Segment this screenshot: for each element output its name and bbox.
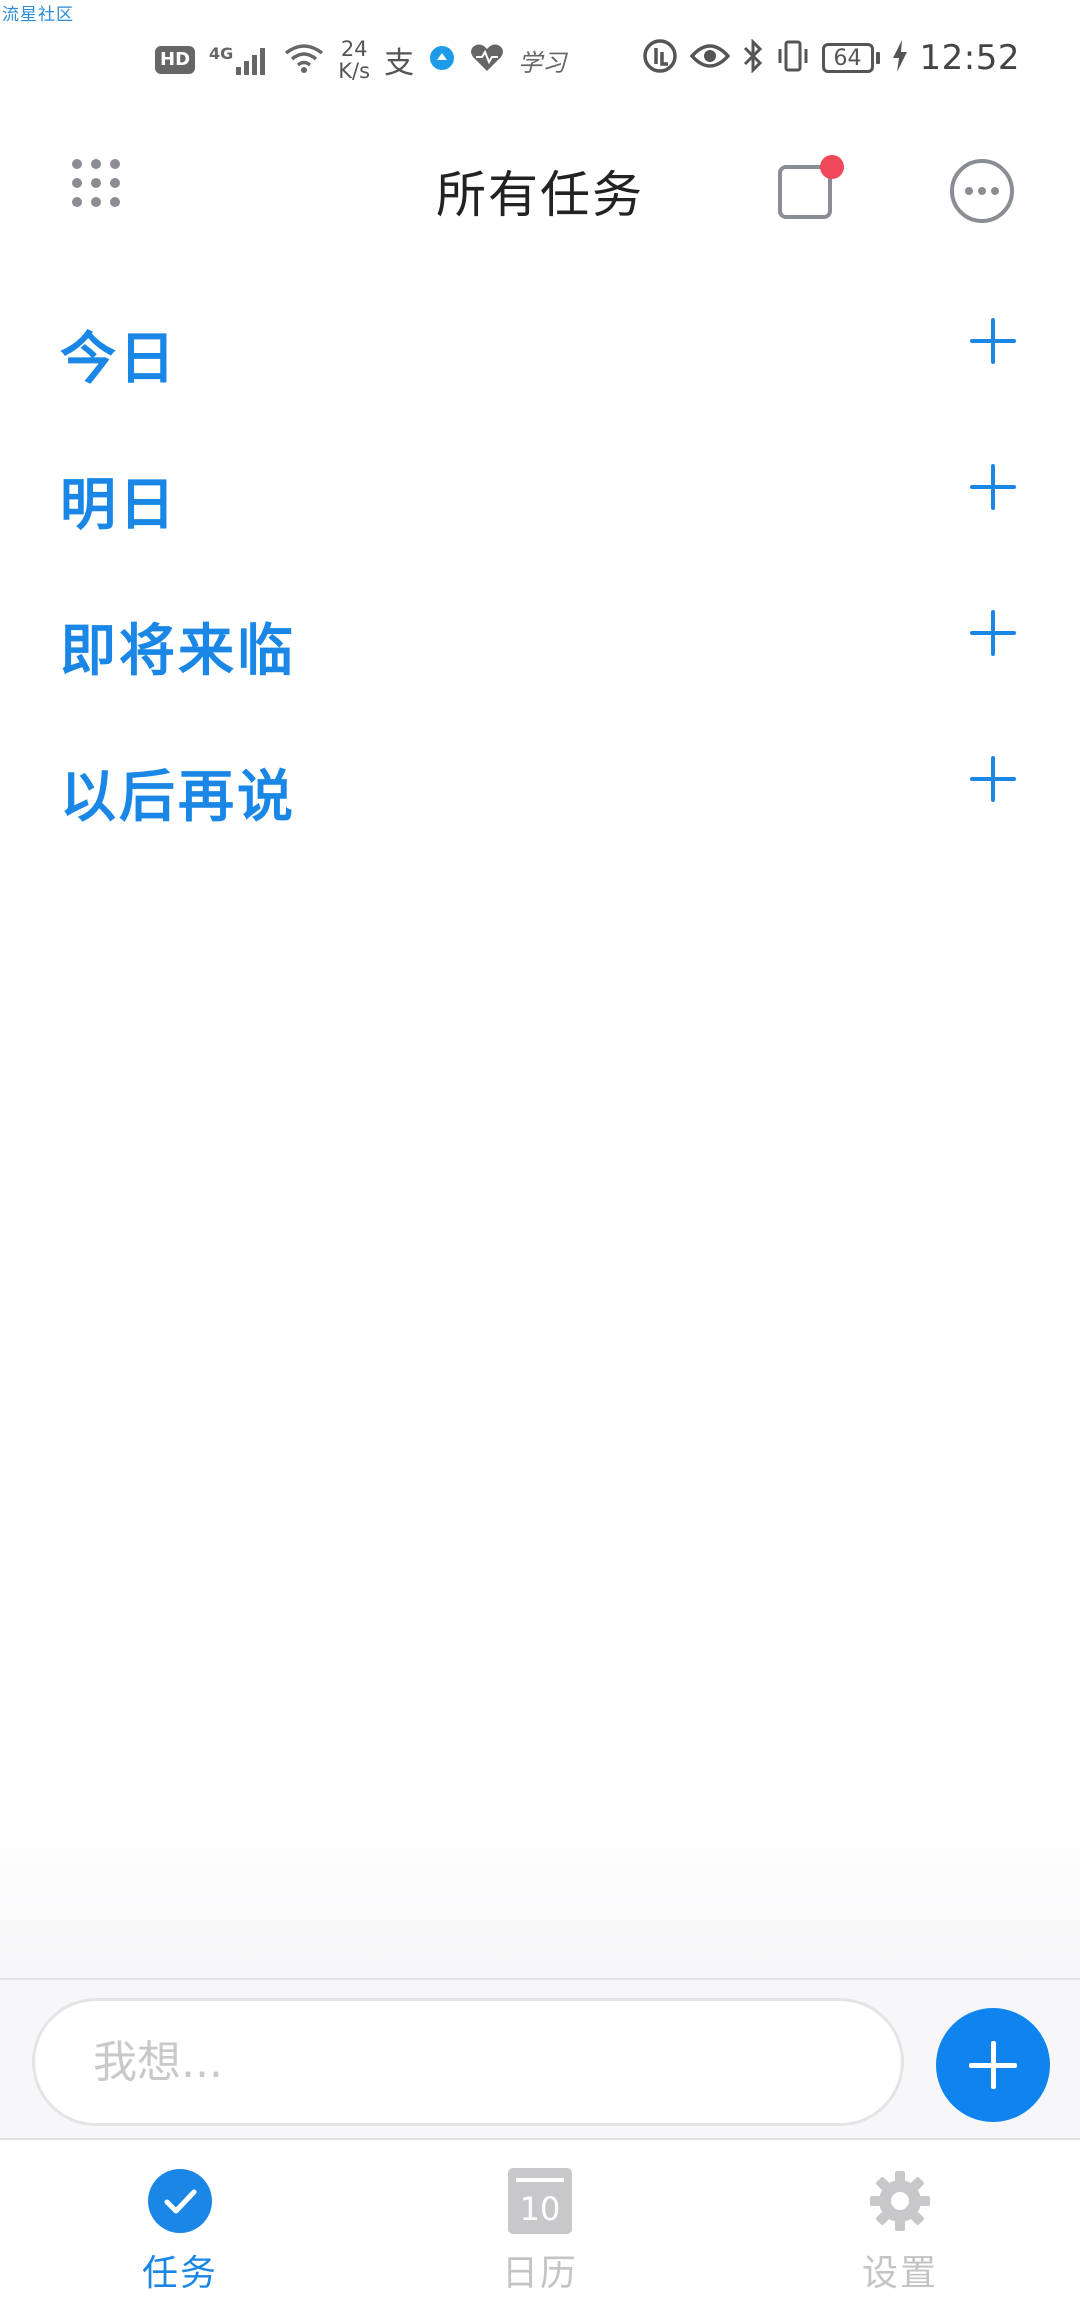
section-upcoming[interactable]: 即将来临 <box>0 582 1080 728</box>
clock: 12:52 <box>919 38 1020 78</box>
nav-label: 设置 <box>861 2253 938 2294</box>
nav-settings[interactable]: 设置 <box>800 2168 1000 2296</box>
bottom-nav: 任务 10 日历 设置 <box>0 2140 1080 2310</box>
check-circle-icon <box>148 2169 212 2233</box>
section-tomorrow[interactable]: 明日 <box>0 436 1080 582</box>
header: 所有任务 <box>0 125 1080 255</box>
content-fade <box>0 1820 1080 1980</box>
nav-calendar[interactable]: 10 日历 <box>440 2168 640 2296</box>
signal-icon: 4G <box>209 45 270 75</box>
nav-tasks[interactable]: 任务 <box>80 2168 280 2296</box>
add-task-button[interactable] <box>936 2008 1050 2122</box>
bluetooth-icon <box>742 38 764 77</box>
section-label[interactable]: 以后再说 <box>60 752 296 833</box>
add-icon[interactable] <box>970 464 1016 510</box>
battery-icon: 64 <box>821 43 880 73</box>
task-sections: 今日 明日 即将来临 以后再说 <box>0 290 1080 874</box>
notification-button[interactable] <box>776 155 844 225</box>
data-saver-icon <box>642 38 678 78</box>
vibrate-icon <box>776 39 810 77</box>
speed-unit: K/s <box>338 59 371 83</box>
nav-label: 任务 <box>141 2253 218 2294</box>
calendar-icon: 10 <box>508 2168 572 2234</box>
alipay-icon: 支 <box>384 46 415 81</box>
network-speed: 24 K/s <box>338 38 370 82</box>
add-icon[interactable] <box>970 318 1016 364</box>
charging-icon <box>892 40 908 76</box>
speed-value: 24 <box>340 37 368 61</box>
wifi-icon <box>284 43 324 77</box>
add-icon[interactable] <box>970 756 1016 802</box>
more-options-button[interactable] <box>950 159 1014 223</box>
eye-comfort-icon <box>689 42 730 74</box>
calendar-date: 10 <box>519 2190 561 2228</box>
battery-level: 64 <box>821 43 874 73</box>
network-type: 4G <box>209 44 234 63</box>
status-bar-left: HD 4G 24 K/s 支 学习 <box>155 38 566 82</box>
gear-icon <box>870 2171 930 2231</box>
hd-badge: HD <box>155 46 196 74</box>
notification-badge <box>820 155 844 179</box>
section-today[interactable]: 今日 <box>0 290 1080 436</box>
study-icon: 学习 <box>518 48 567 77</box>
health-icon <box>470 43 504 77</box>
add-icon[interactable] <box>970 610 1016 656</box>
section-label[interactable]: 明日 <box>60 460 178 541</box>
status-bar-right: 64 12:52 <box>642 38 1020 78</box>
quick-add-bar <box>0 1978 1080 2140</box>
status-bar: HD 4G 24 K/s 支 学习 64 12:52 <box>0 0 1080 125</box>
task-input[interactable] <box>32 1998 904 2126</box>
app-icon <box>428 44 456 76</box>
section-label[interactable]: 今日 <box>60 314 178 395</box>
page-title: 所有任务 <box>436 166 644 224</box>
section-label[interactable]: 即将来临 <box>60 606 296 687</box>
section-later[interactable]: 以后再说 <box>0 728 1080 874</box>
nav-label: 日历 <box>501 2253 578 2294</box>
